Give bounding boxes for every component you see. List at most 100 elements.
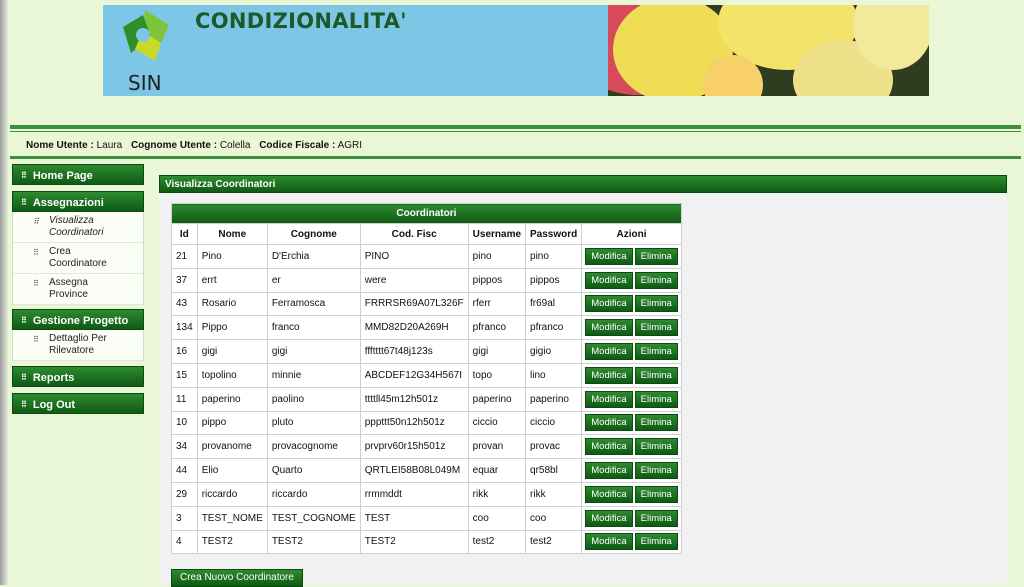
table-row: 29 riccardo riccardo rrmmddt rikk rikk Modific… [171, 481, 682, 507]
modifica-button[interactable]: Modifica [585, 509, 633, 527]
table-row: 34 provanome provacognome prvprv60r15h501z p… [171, 434, 682, 460]
cell-azioni: Modifica Elimina [581, 481, 682, 507]
modifica-button[interactable]: Modifica [585, 271, 633, 289]
cell-nome: riccardo [196, 481, 268, 507]
cognome-label: Cognome Utente : [130, 140, 218, 151]
modifica-button[interactable]: Modifica [585, 295, 633, 313]
nav-label: Log Out [32, 399, 76, 411]
cell-azioni: Modifica Elimina [581, 267, 682, 293]
bullet-icon: ⠿ [33, 279, 39, 288]
cell-id: 134 [171, 315, 198, 341]
cell-username: rferr [467, 291, 527, 317]
item-label-line2: Coordinatore [49, 258, 107, 269]
cognome-value: Colella [219, 140, 251, 151]
nav-home-page[interactable]: ⠿ Home Page [12, 164, 144, 185]
elimina-button[interactable]: Elimina [634, 343, 678, 361]
elimina-button[interactable]: Elimina [634, 295, 678, 313]
elimina-button[interactable]: Elimina [634, 509, 678, 527]
header-cod-fisc: Cod. Fisc [359, 223, 469, 245]
cell-password: ciccio [525, 410, 583, 436]
item-label-line2: Rilevatore [49, 345, 95, 356]
nav-log-out[interactable]: ⠿ Log Out [12, 393, 144, 414]
cell-password: pippos [525, 267, 583, 293]
sidebar-item-dettaglio-rilevatore[interactable]: ⠿ Dettaglio Per Rilevatore [13, 330, 143, 361]
modifica-button[interactable]: Modifica [585, 485, 633, 503]
cell-cod-fisc: PINO [359, 244, 469, 269]
elimina-button[interactable]: Elimina [634, 533, 678, 551]
elimina-button[interactable]: Elimina [634, 247, 678, 265]
cell-cognome: D'Erchia [266, 244, 361, 269]
cell-username: pfranco [467, 315, 527, 341]
cell-cognome: er [266, 267, 361, 293]
bullet-icon: ⠿ [21, 198, 27, 207]
item-label-line2: Coordinatori [49, 227, 104, 238]
nav-assegnazioni[interactable]: ⠿ Assegnazioni [12, 191, 144, 212]
nav-label: Gestione Progetto [32, 315, 129, 327]
sidebar-item-assegna-province[interactable]: ⠿ Assegna Province [13, 274, 143, 305]
cell-password: qr58bl [525, 458, 583, 483]
modifica-button[interactable]: Modifica [585, 414, 633, 432]
cell-id: 29 [171, 481, 198, 507]
elimina-button[interactable]: Elimina [634, 390, 678, 408]
header-id: Id [171, 223, 198, 245]
cell-username: equar [467, 458, 527, 483]
assegnazioni-submenu: ⠿ Visualizza Coordinatori ⠿ Crea Coordinator… [12, 212, 144, 305]
elimina-button[interactable]: Elimina [634, 414, 678, 432]
modifica-button[interactable]: Modifica [585, 366, 633, 384]
header-cognome: Cognome [266, 223, 361, 245]
cell-password: gigio [525, 339, 583, 364]
header-azioni: Azioni [581, 223, 682, 245]
elimina-button[interactable]: Elimina [634, 485, 678, 503]
cell-password: test2 [525, 529, 583, 555]
cell-cognome: franco [266, 315, 361, 341]
sidebar-item-crea-coordinatore[interactable]: ⠿ Crea Coordinatore [13, 243, 143, 274]
modifica-button[interactable]: Modifica [585, 247, 633, 265]
crea-nuovo-coordinatore-button[interactable]: Crea Nuovo Coordinatore [171, 569, 303, 587]
cell-password: provac [525, 434, 583, 460]
modifica-button[interactable]: Modifica [585, 462, 633, 480]
cell-cognome: riccardo [266, 481, 361, 507]
elimina-button[interactable]: Elimina [634, 438, 678, 456]
nav-gestione-progetto[interactable]: ⠿ Gestione Progetto [12, 309, 144, 330]
cell-azioni: Modifica Elimina [581, 244, 682, 269]
cell-cod-fisc: QRTLEI58B08L049M [359, 458, 469, 483]
elimina-button[interactable]: Elimina [634, 271, 678, 289]
table-row: 11 paperino paolino ttttll45m12h501z paperin… [171, 386, 682, 412]
cell-username: gigi [467, 339, 527, 364]
cell-nome: topolino [196, 362, 268, 388]
codice-fiscale-label: Codice Fiscale : [259, 140, 336, 151]
cell-username: provan [467, 434, 527, 460]
gestione-submenu: ⠿ Dettaglio Per Rilevatore [12, 330, 144, 361]
cell-azioni: Modifica Elimina [581, 339, 682, 364]
nome-label: Nome Utente : [26, 140, 94, 151]
modifica-button[interactable]: Modifica [585, 533, 633, 551]
nav-reports[interactable]: ⠿ Reports [12, 366, 144, 387]
cell-username: rikk [467, 481, 527, 507]
coordinatori-table: Coordinatori Id Nome Cognome Cod. Fisc U… [171, 203, 682, 555]
main-panel: Visualizza Coordinatori Coordinatori Id … [159, 175, 1007, 587]
bullet-icon: ⠿ [21, 373, 27, 382]
modifica-button[interactable]: Modifica [585, 319, 633, 337]
cell-nome: provanome [196, 434, 268, 460]
cell-nome: errt [196, 267, 268, 293]
sidebar-item-visualizza-coordinatori[interactable]: ⠿ Visualizza Coordinatori [13, 212, 143, 243]
table-row: 37 errt er were pippos pippos Modifica Elimina [171, 267, 682, 293]
cell-username: pino [467, 244, 527, 269]
cell-id: 11 [171, 386, 198, 412]
cell-nome: Pino [196, 244, 268, 269]
elimina-button[interactable]: Elimina [634, 319, 678, 337]
cell-password: rikk [525, 481, 583, 507]
modifica-button[interactable]: Modifica [585, 390, 633, 408]
modifica-button[interactable]: Modifica [585, 343, 633, 361]
modifica-button[interactable]: Modifica [585, 438, 633, 456]
table-row: 134 Pippo franco MMD82D20A269H pfranco pfranc… [171, 315, 682, 341]
cell-cod-fisc: prvprv60r15h501z [359, 434, 469, 460]
cell-password: coo [525, 505, 583, 531]
bullet-icon: ⠿ [33, 217, 39, 226]
elimina-button[interactable]: Elimina [634, 366, 678, 384]
codice-fiscale-value: AGRI [337, 140, 363, 151]
banner-title: CONDIZIONALITA' [195, 9, 407, 33]
cell-id: 44 [171, 458, 198, 483]
elimina-button[interactable]: Elimina [634, 462, 678, 480]
cell-username: topo [467, 362, 527, 388]
